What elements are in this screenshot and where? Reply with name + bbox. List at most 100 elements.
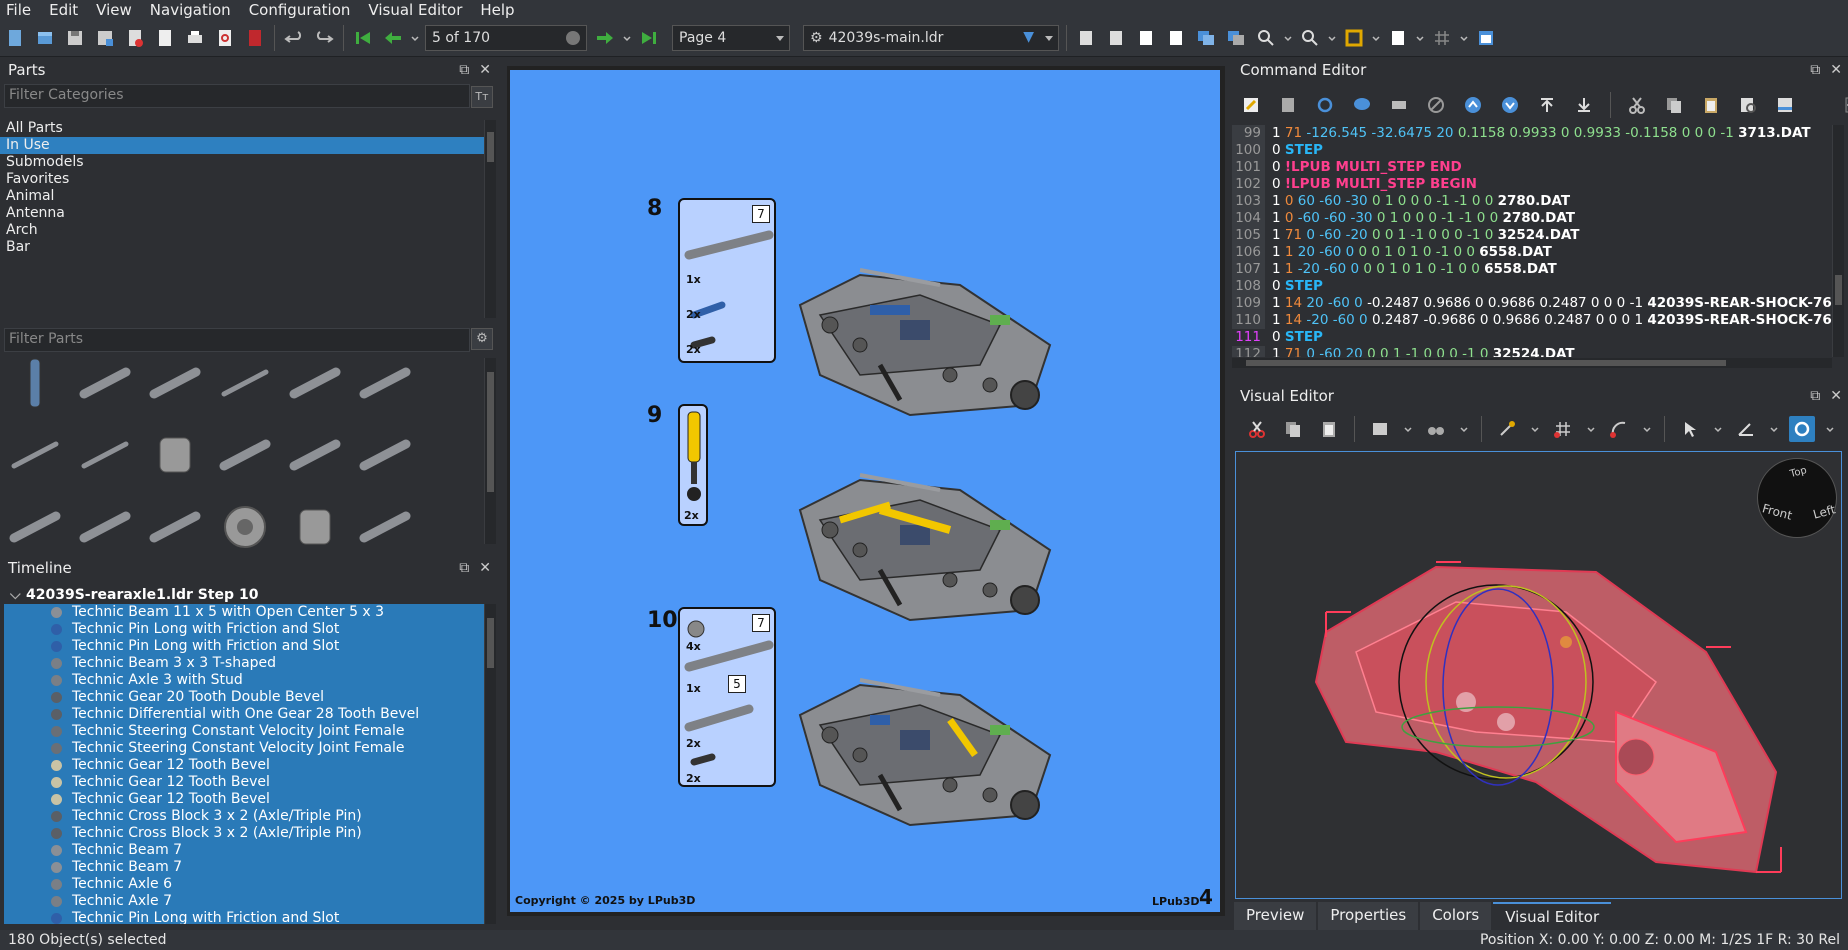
code-line[interactable]: 106 1 1 20 -60 0 0 0 1 0 1 0 -1 0 0 6558.… <box>1232 244 1832 261</box>
code-line[interactable]: 100 0 STEP <box>1232 142 1832 159</box>
code-line[interactable]: 104 1 0 -60 -60 -30 0 1 0 0 0 -1 -1 0 0 2… <box>1232 210 1832 227</box>
snap-grid-icon[interactable] <box>1550 416 1576 442</box>
left-splitter[interactable] <box>500 480 506 500</box>
category-list[interactable]: All Parts In Use Submodels Favorites Animal A… <box>0 120 484 318</box>
timeline-item[interactable]: Technic Gear 12 Tooth Bevel <box>4 757 484 774</box>
uncomment-icon[interactable] <box>1386 92 1412 118</box>
page-select[interactable]: Page 4 <box>672 25 790 51</box>
go-top-icon[interactable] <box>1534 92 1560 118</box>
timeline-item[interactable]: Technic Gear 12 Tooth Bevel <box>4 791 484 808</box>
command-scrollbar[interactable] <box>1832 125 1844 357</box>
parts-list-box[interactable]: 7 5 4x 1x 2x 2x <box>678 607 776 787</box>
export-pdf-icon[interactable] <box>242 25 268 51</box>
print-preview-icon[interactable] <box>212 25 238 51</box>
part-thumbnail[interactable] <box>356 426 414 484</box>
part-thumbnail[interactable] <box>146 426 204 484</box>
go-bottom-icon[interactable] <box>1571 92 1597 118</box>
part-thumbnail[interactable] <box>6 426 64 484</box>
tab-visual-editor[interactable]: Visual Editor <box>1493 902 1612 930</box>
paste-icon[interactable] <box>1698 92 1724 118</box>
timeline-item[interactable]: Technic Beam 7 <box>4 842 484 859</box>
category-item[interactable]: Arch <box>0 222 484 239</box>
timeline-item[interactable]: Technic Cross Block 3 x 2 (Axle/Triple P… <box>4 825 484 842</box>
category-item[interactable]: Submodels <box>0 154 484 171</box>
rotate-chevron-icon[interactable] <box>1825 416 1835 442</box>
float-icon[interactable]: ⧉ <box>1810 62 1820 78</box>
part-thumbnail[interactable] <box>356 354 414 412</box>
zoom-in-icon[interactable] <box>1253 25 1279 51</box>
code-line[interactable]: 110 1 14 -20 -60 0 0.2487 -0.9686 0 0.968… <box>1232 312 1832 329</box>
refresh-icon[interactable] <box>1312 92 1338 118</box>
instruction-page[interactable]: 8 7 1x 2x 2x 9 2x 10 7 5 4x 1x 2x 2x Cop… <box>510 70 1220 912</box>
category-item[interactable]: Antenna <box>0 205 484 222</box>
menu-visual-editor[interactable]: Visual Editor <box>368 1 462 19</box>
zoom-menu-chevron-icon[interactable] <box>1283 25 1293 51</box>
copy-icon[interactable] <box>1661 92 1687 118</box>
part-thumbnail[interactable] <box>286 498 344 556</box>
timeline-item[interactable]: Technic Axle 6 <box>4 876 484 893</box>
previous-page-icon[interactable] <box>380 25 406 51</box>
code-line[interactable]: 108 0 STEP <box>1232 278 1832 295</box>
print-icon[interactable] <box>182 25 208 51</box>
grid-chevron-icon[interactable] <box>1459 25 1469 51</box>
code-line[interactable]: 111 0 STEP <box>1232 329 1832 346</box>
tab-preview[interactable]: Preview <box>1234 902 1317 930</box>
cut-icon[interactable] <box>1244 416 1270 442</box>
view-cube[interactable]: Top Front Left <box>1757 458 1837 538</box>
disable-icon[interactable] <box>1423 92 1449 118</box>
find-icon[interactable] <box>1735 92 1761 118</box>
fit-page-icon[interactable] <box>1341 25 1367 51</box>
category-scrollbar[interactable] <box>484 120 496 318</box>
part-thumbnail[interactable] <box>6 498 64 556</box>
command-hscrollbar[interactable] <box>1232 358 1832 368</box>
code-line[interactable]: 109 1 14 20 -60 0 -0.2487 0.9686 0 0.9686… <box>1232 295 1832 312</box>
close-icon[interactable]: ✕ <box>1830 62 1842 78</box>
new-file-icon[interactable] <box>2 25 28 51</box>
category-item[interactable]: Bar <box>0 239 484 256</box>
close-icon[interactable]: ✕ <box>1830 388 1842 404</box>
timeline-item[interactable]: Technic Steering Constant Velocity Joint… <box>4 740 484 757</box>
code-toggle-icon[interactable] <box>1841 92 1848 118</box>
menu-view[interactable]: View <box>96 1 132 19</box>
rotate-view-icon[interactable] <box>1789 416 1815 442</box>
timeline-item[interactable]: Technic Cross Block 3 x 2 (Axle/Triple P… <box>4 808 484 825</box>
move-down-icon[interactable] <box>1497 92 1523 118</box>
last-page-icon[interactable] <box>636 25 662 51</box>
comment-icon[interactable] <box>1349 92 1375 118</box>
code-line[interactable]: 105 1 71 0 -60 -20 0 0 1 -1 0 0 0 -1 0 32… <box>1232 227 1832 244</box>
magic-wand-icon[interactable] <box>1494 416 1520 442</box>
close-icon[interactable]: ✕ <box>479 62 491 78</box>
category-item[interactable]: Favorites <box>0 171 484 188</box>
part-thumbnail[interactable] <box>216 426 274 484</box>
save-icon[interactable] <box>62 25 88 51</box>
category-item[interactable]: Animal <box>0 188 484 205</box>
menu-help[interactable]: Help <box>480 1 514 19</box>
multi-step-icon[interactable] <box>1223 25 1249 51</box>
save-command-icon[interactable] <box>1772 92 1798 118</box>
part-thumbnail[interactable] <box>76 354 134 412</box>
filter-icon[interactable]: ▼ <box>1023 29 1034 45</box>
part-thumbnail[interactable] <box>216 498 274 556</box>
redo-icon[interactable] <box>311 25 337 51</box>
part-thumbnail[interactable] <box>286 354 344 412</box>
code-line[interactable]: 102 0 !LPUB MULTI_STEP BEGIN <box>1232 176 1832 193</box>
add-page-icon[interactable] <box>1133 25 1159 51</box>
filter-parts-input[interactable]: Filter Parts <box>4 328 470 352</box>
snap-chevron-icon[interactable] <box>1586 416 1596 442</box>
menu-navigation[interactable]: Navigation <box>150 1 231 19</box>
next-menu-chevron-icon[interactable] <box>622 25 632 51</box>
edit-icon[interactable] <box>1238 92 1264 118</box>
transform-tool-icon[interactable] <box>1733 416 1759 442</box>
close-icon[interactable]: ✕ <box>479 560 491 576</box>
timeline-item[interactable]: Technic Beam 11 x 5 with Open Center 5 x… <box>4 604 484 621</box>
cut-icon[interactable] <box>1624 92 1650 118</box>
command-text-area[interactable]: 99 1 71 -126.545 -32.6475 20 0.1158 0.993… <box>1232 125 1832 357</box>
part-thumbnail[interactable] <box>216 354 274 412</box>
timeline-scrollbar[interactable] <box>484 604 496 924</box>
page-setup-icon[interactable] <box>152 25 178 51</box>
timeline-list[interactable]: Technic Beam 11 x 5 with Open Center 5 x… <box>4 604 484 924</box>
code-line[interactable]: 112 1 71 0 -60 20 0 0 1 -1 0 0 0 -1 0 325… <box>1232 346 1832 357</box>
page-counter-input[interactable]: 5 of 170 <box>425 25 587 51</box>
part-thumbnail[interactable] <box>76 426 134 484</box>
parts-list-box[interactable]: 2x <box>678 404 708 526</box>
